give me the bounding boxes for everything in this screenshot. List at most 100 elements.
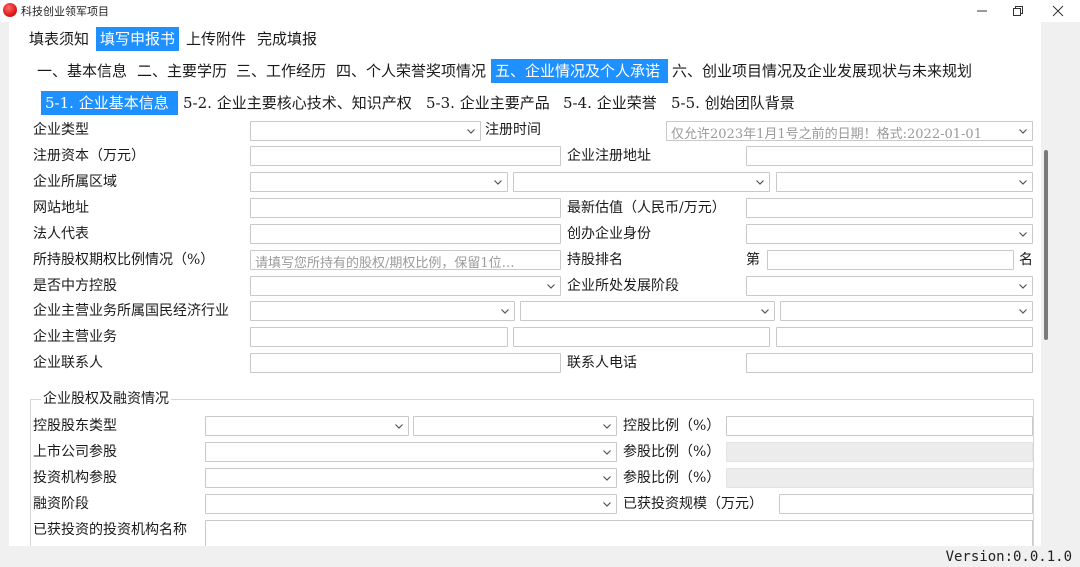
enterprise-type-select[interactable]: [250, 121, 481, 141]
subtab-enterprise-basic[interactable]: 5-1. 企业基本信息: [41, 91, 178, 115]
region-province-select[interactable]: [250, 172, 508, 192]
tab-enterprise-commitment[interactable]: 五、企业情况及个人承诺: [491, 59, 668, 83]
tab-basic-info[interactable]: 一、基本信息: [37, 59, 127, 83]
title-bar: [0, 0, 1080, 22]
subtab-core-tech[interactable]: 5-2. 企业主要核心技术、知识产权: [183, 91, 412, 115]
equity-ratio-label: 所持股权期权比例情况（%）: [33, 252, 215, 268]
website-label: 网站地址: [33, 200, 89, 216]
minimize-icon[interactable]: [964, 0, 1000, 22]
main-business-input-2[interactable]: [513, 327, 770, 347]
close-icon[interactable]: [1040, 0, 1076, 22]
dev-stage-select[interactable]: [746, 276, 1033, 296]
listed-participation-label: 上市公司参股: [33, 444, 117, 460]
listed-ratio-label: 参股比例（%）: [623, 444, 721, 460]
chevron-down-icon: [601, 420, 613, 432]
founder-identity-select[interactable]: [746, 224, 1033, 244]
institution-participation-select[interactable]: [205, 468, 617, 488]
tab-finish[interactable]: 完成填报: [257, 27, 317, 51]
chinese-controlled-select[interactable]: [250, 276, 561, 296]
chevron-down-icon: [1017, 176, 1029, 188]
valuation-input[interactable]: [746, 198, 1033, 218]
region-district-select[interactable]: [776, 172, 1033, 192]
subtab-honors[interactable]: 5-4. 企业荣誉: [563, 91, 657, 115]
reg-time-placeholder: 仅允许2023年1月1号之前的日期！格式:2022-01-01: [671, 127, 982, 141]
equity-ratio-placeholder: 请填写您所持有的股权/期权比例，保留1位…: [255, 256, 515, 270]
chevron-down-icon: [754, 176, 766, 188]
chevron-down-icon: [1017, 228, 1029, 240]
reg-capital-label: 注册资本（万元）: [33, 148, 145, 164]
legal-rep-input[interactable]: [250, 224, 561, 244]
dev-stage-label: 企业所处发展阶段: [567, 278, 679, 294]
rank-prefix-label: 第: [746, 252, 760, 268]
controlling-ratio-label: 控股比例（%）: [623, 418, 721, 434]
holding-rank-input[interactable]: [767, 250, 1014, 270]
institution-ratio-label: 参股比例（%）: [623, 470, 721, 486]
chevron-down-icon: [465, 125, 477, 137]
tab-project-plan[interactable]: 六、创业项目情况及企业发展现状与未来规划: [672, 59, 972, 83]
region-label: 企业所属区域: [33, 174, 117, 190]
subtab-founding-team[interactable]: 5-5. 创始团队背景: [671, 91, 795, 115]
chevron-down-icon: [1017, 125, 1029, 137]
valuation-label: 最新估值（人民币/万元）: [567, 200, 726, 216]
legal-rep-label: 法人代表: [33, 226, 89, 242]
listed-participation-select[interactable]: [205, 442, 617, 462]
reg-capital-input[interactable]: [250, 146, 561, 166]
controlling-ratio-input[interactable]: [726, 416, 1033, 436]
contact-phone-label: 联系人电话: [567, 355, 637, 371]
tab-education[interactable]: 二、主要学历: [137, 59, 227, 83]
tab-instructions[interactable]: 填表须知: [29, 27, 89, 51]
left-margin: [0, 22, 9, 546]
main-business-input-3[interactable]: [776, 327, 1033, 347]
main-business-label: 企业主营业务: [33, 329, 117, 345]
tab-upload-attachments[interactable]: 上传附件: [186, 27, 246, 51]
investment-scale-label: 已获投资规模（万元）: [623, 496, 763, 512]
website-input[interactable]: [250, 198, 561, 218]
chevron-down-icon: [601, 472, 613, 484]
holding-rank-label: 持股排名: [567, 252, 623, 268]
industry-label: 企业主营业务所属国民经济行业: [33, 303, 229, 319]
reg-time-label: 注册时间: [485, 122, 541, 138]
restore-icon[interactable]: [1000, 0, 1036, 22]
subtab-products[interactable]: 5-3. 企业主要产品: [426, 91, 550, 115]
rank-suffix-label: 名: [1019, 252, 1033, 268]
enterprise-type-label: 企业类型: [33, 122, 89, 138]
investment-scale-input[interactable]: [779, 494, 1033, 514]
controlling-type-select[interactable]: [205, 416, 409, 436]
chevron-down-icon: [759, 305, 771, 317]
version-label: Version:0.0.1.0: [945, 549, 1072, 565]
contact-input[interactable]: [250, 353, 561, 373]
industry-level3-select[interactable]: [780, 301, 1033, 321]
chevron-down-icon: [499, 305, 511, 317]
group-border-left: [30, 399, 31, 546]
tab-work-experience[interactable]: 三、工作经历: [236, 59, 326, 83]
contact-label: 企业联系人: [33, 355, 103, 371]
industry-level1-select[interactable]: [250, 301, 515, 321]
chevron-down-icon: [492, 176, 504, 188]
institution-participation-label: 投资机构参股: [33, 470, 117, 486]
controlling-subtype-select[interactable]: [413, 416, 617, 436]
listed-ratio-input: [726, 442, 1033, 462]
contact-phone-input[interactable]: [746, 353, 1033, 373]
region-city-select[interactable]: [513, 172, 770, 192]
industry-level2-select[interactable]: [520, 301, 775, 321]
reg-address-input[interactable]: [746, 146, 1033, 166]
institution-names-label: 已获投资的投资机构名称: [33, 522, 187, 538]
institution-names-input[interactable]: [205, 520, 1033, 546]
chevron-down-icon: [601, 446, 613, 458]
scrollbar-thumb[interactable]: [1044, 150, 1048, 340]
status-bar: [0, 546, 1080, 567]
main-business-input-1[interactable]: [250, 327, 508, 347]
equity-ratio-input[interactable]: 请填写您所持有的股权/期权比例，保留1位…: [250, 250, 561, 270]
group-border-right: [1033, 399, 1034, 546]
tab-fill-application[interactable]: 填写申报书: [96, 27, 180, 51]
reg-time-select[interactable]: 仅允许2023年1月1号之前的日期！格式:2022-01-01: [666, 121, 1033, 141]
app-logo-icon: [3, 3, 17, 17]
financing-stage-label: 融资阶段: [33, 496, 89, 512]
controlling-type-label: 控股股东类型: [33, 418, 117, 434]
tab-honors[interactable]: 四、个人荣誉奖项情况: [336, 59, 486, 83]
chevron-down-icon: [601, 498, 613, 510]
chevron-down-icon: [393, 420, 405, 432]
chevron-down-icon: [1017, 280, 1029, 292]
financing-stage-select[interactable]: [205, 494, 617, 514]
chevron-down-icon: [545, 280, 557, 292]
